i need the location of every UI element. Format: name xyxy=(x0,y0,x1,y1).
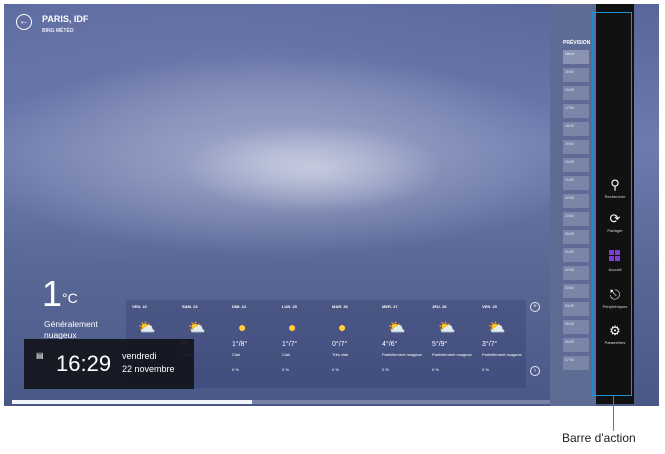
hourly-item[interactable]: 15:00 xyxy=(563,68,589,82)
scrollbar-thumb[interactable] xyxy=(12,400,252,404)
current-condition: Généralement nuageux xyxy=(44,319,98,340)
forecast-rain-chance: 0 % xyxy=(432,367,439,372)
forecast-description: Partiellement nuageux xyxy=(382,352,422,357)
lock-clock-overlay: ▤ 16:29 vendredi 22 novembre xyxy=(24,339,194,389)
settings-gear-icon: ⚙ xyxy=(609,323,621,338)
hourly-item[interactable]: 01:00 xyxy=(563,248,589,262)
forecast-day[interactable]: MER. 27 ⛅ 4°/6° Partiellement nuageux 0 … xyxy=(376,300,426,388)
forecast-day-label: DIM. 24 xyxy=(232,304,247,309)
expand-plus-icon[interactable]: + xyxy=(530,302,540,312)
charm-share[interactable]: ⟳ Partager xyxy=(596,211,634,234)
hourly-item[interactable]: 19:00 xyxy=(563,140,589,154)
hourly-item[interactable]: 22:00 xyxy=(563,194,589,208)
hourly-item[interactable]: 00:00 xyxy=(563,230,589,244)
scroll-right-icon[interactable]: › xyxy=(530,366,540,376)
share-icon: ⟳ xyxy=(609,211,621,226)
temperature-unit: °C xyxy=(62,290,78,306)
hourly-forecast-panel: PRÉVISION Heure 15:00 16:00 17:00 18:00 19:00… xyxy=(550,4,596,406)
forecast-rain-chance: 0 % xyxy=(382,367,389,372)
forecast-rain-chance: 0 % xyxy=(282,367,289,372)
forecast-description: Partiellement nuageux xyxy=(482,352,522,357)
hourly-item[interactable]: 02:00 xyxy=(563,266,589,280)
forecast-description: Très clair xyxy=(332,352,349,357)
provider-name: BING MÉTÉO xyxy=(42,28,74,34)
cloud-sun-icon: ⛅ xyxy=(488,319,506,335)
sun-icon: ● xyxy=(288,319,297,335)
hourly-item[interactable]: 20:00 xyxy=(563,158,589,172)
charm-label: Accueil xyxy=(608,267,622,272)
callout-label: Barre d'action xyxy=(562,431,636,445)
forecast-day-label: MER. 27 xyxy=(382,304,398,309)
cloud-sun-icon: ⛅ xyxy=(188,319,206,335)
sky-cloud-bright xyxy=(184,124,444,214)
devices-icon: ⎋ xyxy=(609,287,621,302)
charm-search[interactable]: ⚲ Rechercher xyxy=(596,177,634,200)
current-temperature: 1°C xyxy=(42,273,78,314)
forecast-day[interactable]: LUN. 25 ● 1°/7° Clair 0 % xyxy=(276,300,326,388)
forecast-day-label: VEN. 22 xyxy=(132,304,147,309)
forecast-day-label: SAM. 23 xyxy=(182,304,198,309)
forecast-rain-chance: 0 % xyxy=(332,367,339,372)
charm-label: Partager xyxy=(607,228,623,233)
clock-weekday: vendredi xyxy=(122,351,157,361)
charm-settings[interactable]: ⚙ Paramètres xyxy=(596,323,634,346)
hourly-item[interactable]: 16:00 xyxy=(563,86,589,100)
forecast-day[interactable]: JEU. 28 ⛅ 5°/9° Partiellement nuageux 0 … xyxy=(426,300,476,388)
cloud-sun-icon: ⛅ xyxy=(388,319,406,335)
city-name: PARIS, IDF xyxy=(42,14,89,24)
network-icon: ▤ xyxy=(36,351,44,360)
forecast-rain-chance: 0 % xyxy=(232,367,239,372)
charm-label: Périphériques xyxy=(602,304,628,309)
forecast-temp-range: 5°/9° xyxy=(432,341,448,348)
hourly-item[interactable]: 04:00 xyxy=(563,302,589,316)
hourly-item[interactable]: 03:00 xyxy=(563,284,589,298)
forecast-day-label: LUN. 25 xyxy=(282,304,297,309)
hourly-item[interactable]: 17:00 xyxy=(563,104,589,118)
hourly-forecast-title: PRÉVISION xyxy=(563,40,591,46)
sun-icon: ● xyxy=(338,319,347,335)
hourly-item[interactable]: 18:00 xyxy=(563,122,589,136)
forecast-day-label: MAR. 26 xyxy=(332,304,348,309)
clock-time: 16:29 xyxy=(56,351,112,376)
forecast-temp-range: 3°/7° xyxy=(482,341,498,348)
forecast-temp-range: 4°/6° xyxy=(382,341,398,348)
charm-start[interactable]: Accueil xyxy=(596,250,634,272)
back-arrow-icon[interactable]: ← xyxy=(16,14,32,30)
hourly-item[interactable]: 06:00 xyxy=(563,338,589,352)
forecast-description: Clair xyxy=(232,352,241,357)
hourly-item[interactable]: 07:00 xyxy=(563,356,589,370)
forecast-day-label: VEN. 29 xyxy=(482,304,497,309)
forecast-day[interactable]: DIM. 24 ● 1°/8° Clair 0 % xyxy=(226,300,276,388)
sun-icon: ● xyxy=(238,319,247,335)
forecast-description: Clair xyxy=(282,352,291,357)
callout-line xyxy=(613,396,614,431)
forecast-rain-chance: 0 % xyxy=(482,367,489,372)
forecast-temp-range: 0°/7° xyxy=(332,341,348,348)
forecast-temp-range: 1°/7° xyxy=(282,341,298,348)
partly-cloudy-icon: ⛅ xyxy=(138,319,156,335)
forecast-day-label: JEU. 28 xyxy=(432,304,447,309)
forecast-description: Partiellement nuageux xyxy=(432,352,472,357)
clock-date: 22 novembre xyxy=(122,364,175,374)
forecast-day[interactable]: MAR. 26 ● 0°/7° Très clair 0 % xyxy=(326,300,376,388)
forecast-temp-range: 1°/8° xyxy=(232,341,248,348)
charm-label: Rechercher xyxy=(604,194,626,199)
hourly-item[interactable]: 23:00 xyxy=(563,212,589,226)
forecast-day[interactable]: VEN. 29 ⛅ 3°/7° Partiellement nuageux 0 … xyxy=(476,300,526,388)
hourly-item[interactable]: 21:00 xyxy=(563,176,589,190)
charm-devices[interactable]: ⎋ Périphériques xyxy=(596,287,634,310)
hourly-item[interactable]: Heure xyxy=(563,50,589,64)
hourly-item[interactable]: 05:00 xyxy=(563,320,589,334)
windows-start-icon xyxy=(609,250,621,262)
cloud-sun-icon: ⛅ xyxy=(438,319,456,335)
search-icon: ⚲ xyxy=(610,177,620,192)
charm-label: Paramètres xyxy=(604,340,626,345)
